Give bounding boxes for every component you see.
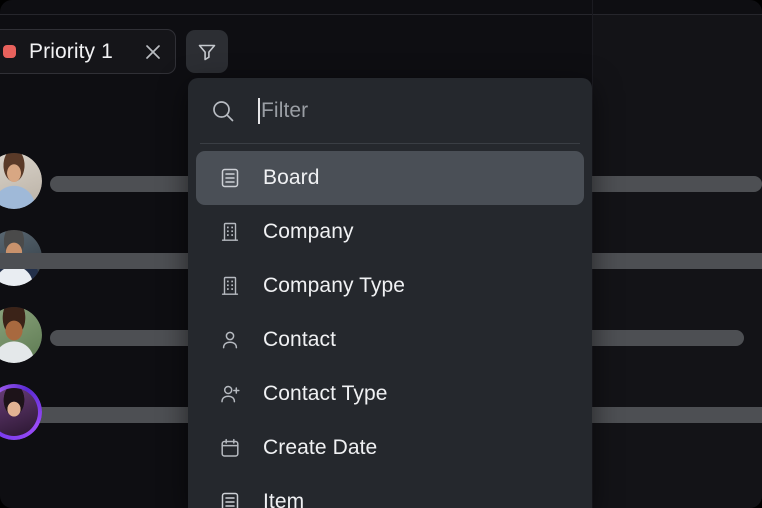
menu-item-label: Contact Type (263, 382, 388, 405)
menu-item-item[interactable]: Item (196, 475, 584, 508)
filter-chip-label: Priority 1 (29, 39, 113, 63)
avatar-photo (0, 307, 42, 363)
search-icon (210, 98, 236, 124)
menu-item-label: Company (263, 220, 354, 243)
filter-dropdown-panel: Filter Board Company Company Type Contac… (188, 78, 592, 508)
search-input[interactable]: Filter (258, 96, 592, 126)
skeleton-bar-right (592, 176, 762, 192)
search-divider (200, 143, 580, 144)
calendar-icon (218, 436, 242, 460)
menu-item-label: Company Type (263, 274, 406, 297)
skeleton-bar-right (592, 330, 744, 346)
filter-chip-priority-1[interactable]: Priority 1 (0, 29, 176, 74)
app-window: Priority 1 Filter Board Company Company … (0, 0, 762, 508)
filter-search-row[interactable]: Filter (188, 78, 592, 143)
text-caret (258, 97, 260, 124)
menu-item-label: Item (263, 490, 305, 508)
menu-item-company[interactable]: Company (196, 205, 584, 259)
menu-item-label: Create Date (263, 436, 378, 459)
filter-button[interactable] (186, 30, 228, 73)
filter-field-list: Board Company Company Type Contact Conta… (188, 151, 592, 508)
skeleton-bar-left (50, 330, 210, 346)
menu-item-contact-type[interactable]: Contact Type (196, 367, 584, 421)
menu-item-label: Board (263, 166, 320, 189)
board-icon (218, 166, 242, 190)
avatar (0, 153, 42, 209)
menu-item-company-type[interactable]: Company Type (196, 259, 584, 313)
menu-item-contact[interactable]: Contact (196, 313, 584, 367)
funnel-icon (196, 41, 218, 63)
board-icon (218, 490, 242, 508)
avatar-photo (0, 388, 38, 436)
menu-item-label: Contact (263, 328, 337, 351)
close-icon[interactable] (143, 42, 163, 62)
avatar (0, 384, 42, 440)
avatar-photo (0, 153, 42, 209)
person-icon (218, 328, 242, 352)
menu-item-board[interactable]: Board (196, 151, 584, 205)
search-placeholder: Filter (261, 98, 309, 122)
building-icon (218, 220, 242, 244)
menu-item-create-date[interactable]: Create Date (196, 421, 584, 475)
building-icon (218, 274, 242, 298)
person-plus-icon (218, 382, 242, 406)
priority-color-dot (3, 45, 16, 58)
avatar (0, 307, 42, 363)
